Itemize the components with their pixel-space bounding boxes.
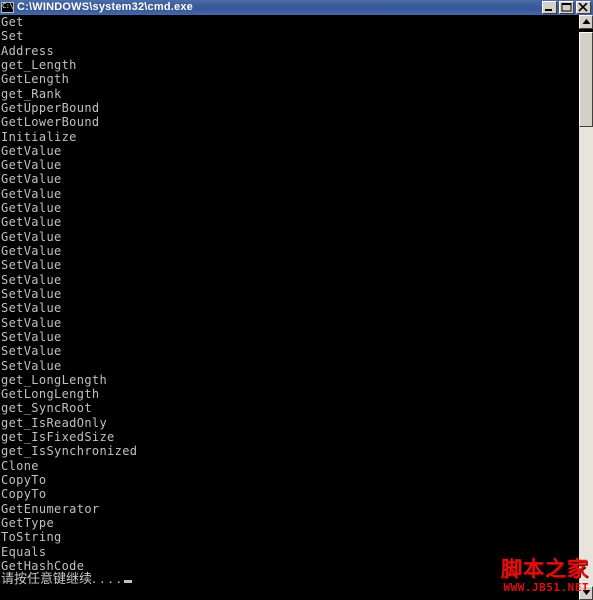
console-line: GetLowerBound — [1, 115, 100, 130]
close-button[interactable] — [576, 1, 591, 14]
console-line: GetValue — [1, 143, 62, 158]
console-line: get_IsSynchronized — [1, 444, 138, 459]
console-line: Initialize — [1, 129, 77, 144]
console-line: GetValue — [1, 201, 62, 216]
console-line: GetUpperBound — [1, 100, 100, 115]
scroll-down-arrow-icon[interactable] — [579, 586, 593, 600]
maximize-button[interactable] — [559, 1, 574, 14]
console-line: get_Length — [1, 57, 77, 72]
cmd-window: C:\WINDOWS\system32\cmd.exe GetSetAd — [0, 0, 593, 600]
console-line: CopyTo — [1, 473, 47, 487]
console-line: GetValue — [1, 215, 62, 230]
console-line: SetValue — [1, 329, 62, 344]
console-line: GetLength — [1, 72, 70, 87]
console-line: SetValue — [1, 344, 62, 359]
console-line: get_Rank — [1, 86, 62, 101]
console-line: GetLongLength — [1, 387, 100, 402]
console-line: get_SyncRoot — [1, 401, 92, 416]
console-line: get_IsReadOnly — [1, 415, 108, 430]
console-line: SetValue — [1, 286, 62, 301]
console-line: GetEnumerator — [1, 501, 100, 516]
console-line: SetValue — [1, 358, 62, 373]
console-line: GetValue — [1, 172, 62, 187]
scrollbar-thumb[interactable] — [579, 32, 593, 127]
console-line: SetValue — [1, 272, 62, 287]
console-line: SetValue — [1, 258, 62, 273]
console-line: Get — [1, 15, 24, 29]
window-controls — [542, 1, 591, 14]
console-line: GetValue — [1, 158, 62, 173]
prompt-text: 请按任意键继续. . . . — [1, 572, 121, 588]
console-line: SetValue — [1, 315, 62, 330]
console-line: GetType — [1, 515, 55, 530]
minimize-button[interactable] — [542, 1, 557, 14]
console-line: ToString — [1, 530, 62, 545]
console-line: Clone — [1, 458, 39, 473]
console-line-list: Get Set Address get_Length GetLength get_Rank… — [1, 15, 577, 588]
console-line: GetValue — [1, 244, 62, 258]
console-line: GetValue — [1, 186, 62, 201]
console-line: SetValue — [1, 301, 62, 316]
console-line: get_LongLength — [1, 372, 108, 387]
title-bar[interactable]: C:\WINDOWS\system32\cmd.exe — [0, 0, 593, 15]
scroll-up-arrow-icon[interactable] — [579, 15, 593, 29]
console-output-area[interactable]: Get Set Address get_Length GetLength get_Rank… — [0, 15, 578, 600]
console-line: Equals — [1, 544, 47, 559]
console-line: Set — [1, 29, 24, 44]
window-title: C:\WINDOWS\system32\cmd.exe — [17, 1, 193, 13]
console-line: get_IsFixedSize — [1, 430, 115, 445]
console-line: Address — [1, 43, 55, 58]
console-line: GetValue — [1, 229, 62, 244]
console-icon[interactable] — [1, 1, 14, 13]
console-line: CopyTo — [1, 487, 47, 502]
vertical-scrollbar[interactable] — [578, 15, 593, 600]
text-cursor — [123, 580, 132, 584]
press-any-key-prompt: 请按任意键继续. . . . — [1, 573, 577, 587]
